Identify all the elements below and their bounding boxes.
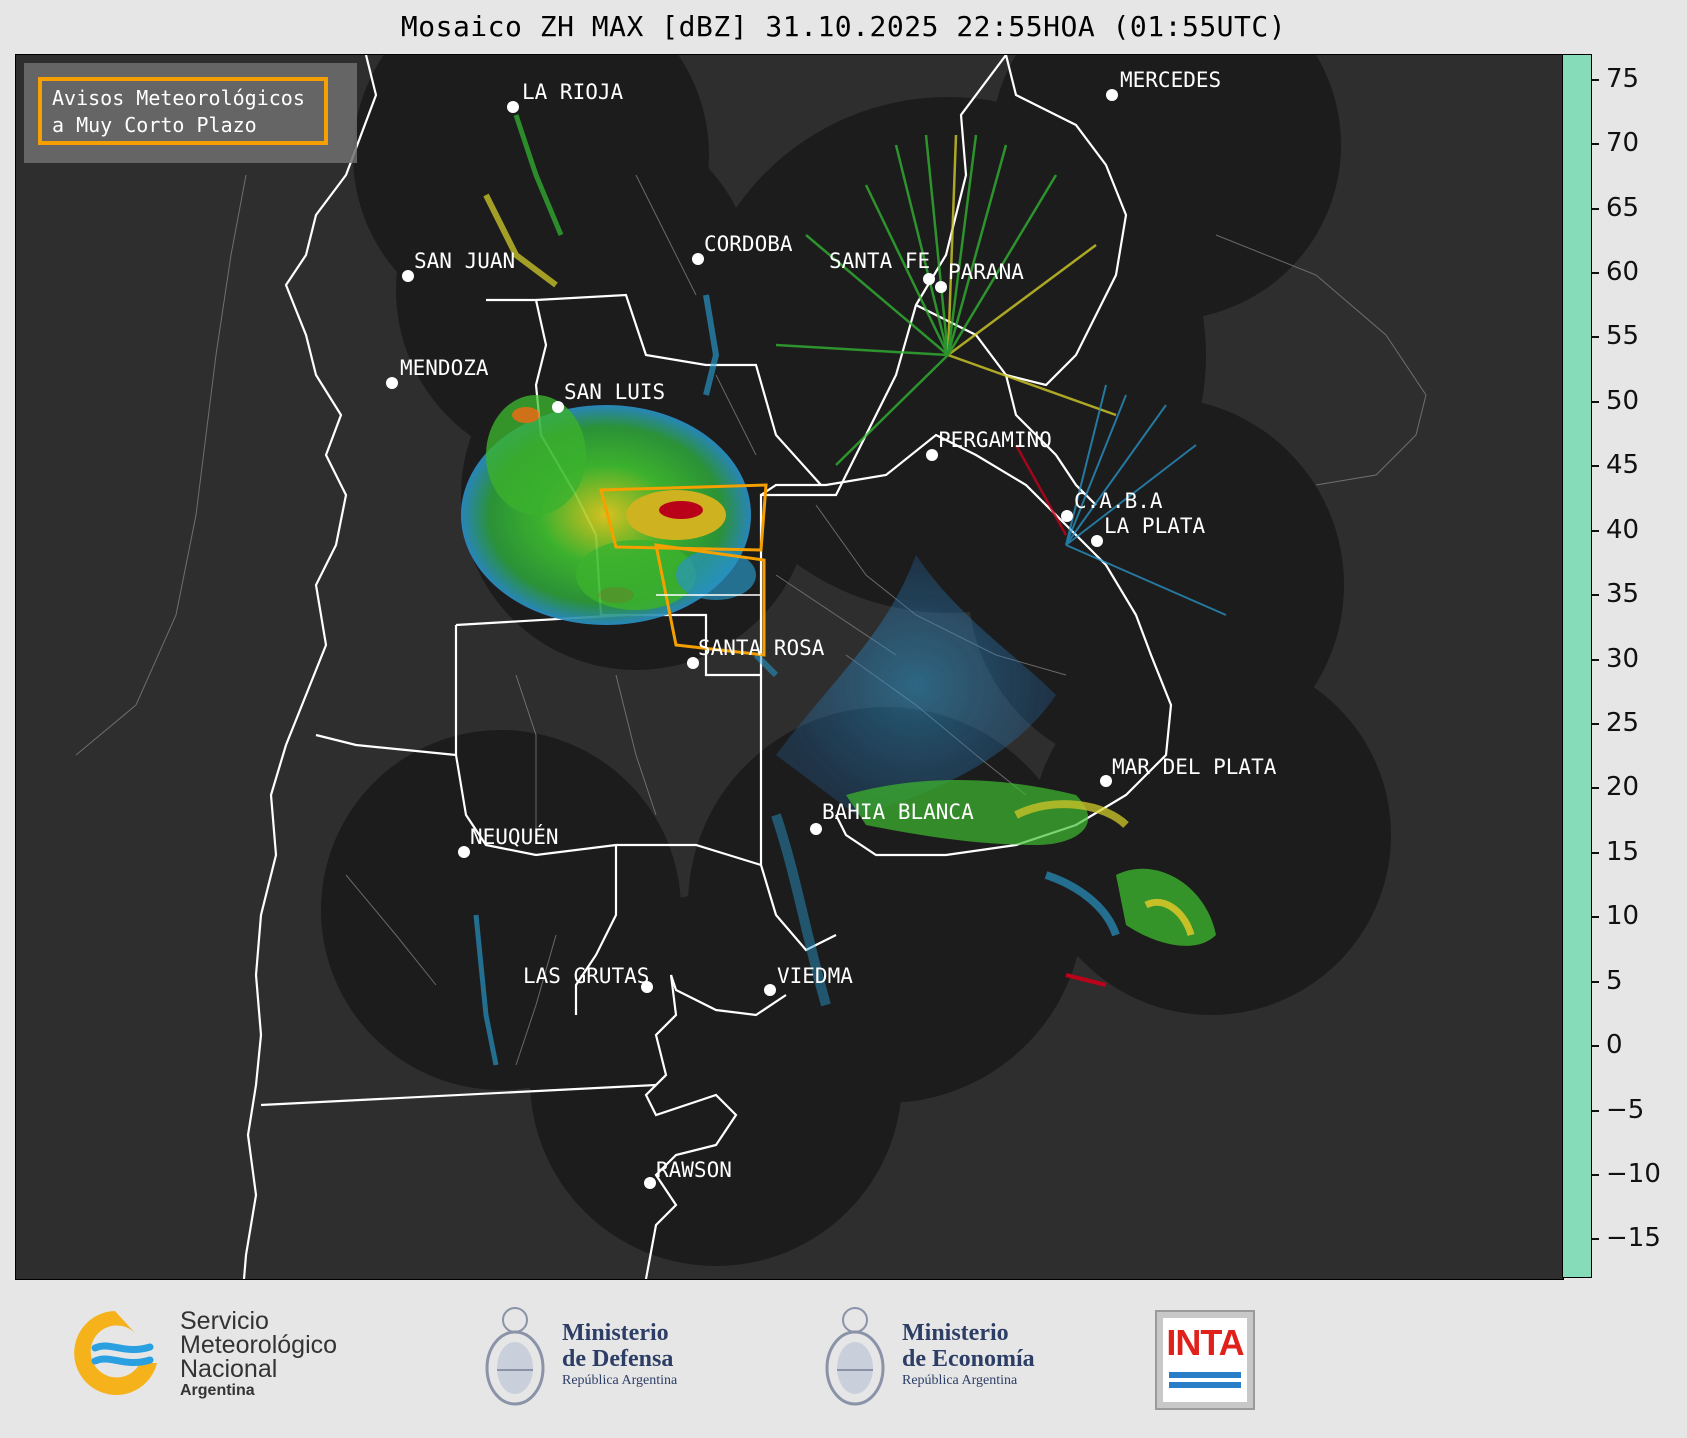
radar-map-canvas: LA RIOJA SAN JUAN CORDOBA SANTA FE PARAN… xyxy=(75,55,1427,1279)
coat-of-arms-icon xyxy=(485,1307,545,1406)
colorbar-tick-label: 10 xyxy=(1592,901,1639,931)
city-marker xyxy=(810,823,822,835)
city-marker xyxy=(923,273,935,285)
colorbar-tick-label: 65 xyxy=(1592,193,1639,223)
colorbar-tick-label: 30 xyxy=(1592,644,1639,674)
colorbar-tick-label: −10 xyxy=(1592,1159,1661,1189)
city-label: VIEDMA xyxy=(777,964,853,988)
city-label: CORDOBA xyxy=(704,232,793,256)
defensa-line3: República Argentina xyxy=(562,1373,678,1388)
storm-core xyxy=(512,407,540,423)
warning-legend-line2: a Muy Corto Plazo xyxy=(52,113,257,137)
colorbar-tick-label: 0 xyxy=(1592,1030,1623,1060)
defensa-line1: Ministerio xyxy=(562,1320,669,1346)
city-label: MERCEDES xyxy=(1120,68,1221,92)
economia-logo: Ministerio de Economía República Argenti… xyxy=(820,1298,1080,1413)
city-label: LA RIOJA xyxy=(522,80,624,104)
map-title: Mosaico ZH MAX [dBZ] 31.10.2025 22:55HOA… xyxy=(400,10,1287,43)
economia-line2: de Economía xyxy=(902,1346,1035,1372)
smn-emblem-icon xyxy=(74,1311,157,1395)
defensa-line2: de Defensa xyxy=(562,1346,674,1372)
city-marker xyxy=(692,253,704,265)
city-label: SAN LUIS xyxy=(564,380,665,404)
smn-line3: Nacional xyxy=(180,1355,278,1383)
city-label: RAWSON xyxy=(656,1158,732,1182)
colorbar-tick-label: 15 xyxy=(1592,837,1639,867)
radar-disc xyxy=(1031,655,1391,1015)
radar-disc xyxy=(530,894,902,1266)
colorbar-tick-label: 40 xyxy=(1592,515,1639,545)
city-marker xyxy=(458,846,470,858)
colorbar-tick-label: 5 xyxy=(1592,966,1623,996)
economia-line1: Ministerio xyxy=(902,1320,1009,1346)
colorbar-tick-label: 75 xyxy=(1592,64,1639,94)
city-label: SANTA FE xyxy=(829,249,930,273)
smn-line4: Argentina xyxy=(180,1382,255,1399)
city-label: MENDOZA xyxy=(400,356,489,380)
inta-logo: INTA xyxy=(1155,1310,1255,1410)
warning-legend: Avisos Meteorológicos a Muy Corto Plazo xyxy=(24,63,357,163)
inta-text: INTA xyxy=(1166,1322,1244,1363)
city-label: NEUQUÉN xyxy=(470,824,559,849)
colorbar-tick-label: 45 xyxy=(1592,450,1639,480)
city-marker xyxy=(552,401,564,413)
city-marker xyxy=(386,377,398,389)
city-marker xyxy=(764,984,776,996)
smn-line1: Servicio xyxy=(180,1307,269,1335)
city-label: PERGAMINO xyxy=(938,428,1052,452)
economia-line3: República Argentina xyxy=(902,1373,1018,1388)
city-marker xyxy=(926,449,938,461)
city-label: MAR DEL PLATA xyxy=(1112,755,1277,779)
city-label: PARANA xyxy=(948,260,1024,284)
defensa-logo: Ministerio de Defensa República Argentin… xyxy=(480,1298,720,1413)
city-marker xyxy=(1100,775,1112,787)
city-marker xyxy=(1091,535,1103,547)
city-marker xyxy=(644,1177,656,1189)
city-marker xyxy=(1106,89,1118,101)
colorbar-tick-label: −5 xyxy=(1592,1095,1644,1125)
colorbar-tick-label: 55 xyxy=(1592,321,1639,351)
warning-legend-frame: Avisos Meteorológicos a Muy Corto Plazo xyxy=(38,77,328,145)
city-label: SAN JUAN xyxy=(414,249,515,273)
city-marker xyxy=(507,101,519,113)
smn-logo: Servicio Meteorológico Nacional Argentin… xyxy=(65,1303,385,1403)
colorbar-tick-label: 25 xyxy=(1592,708,1639,738)
colorbar-tick-label: 35 xyxy=(1592,579,1639,609)
colorbar-tick-label: 20 xyxy=(1592,772,1639,802)
storm-core xyxy=(659,501,703,519)
city-label: C.A.B.A xyxy=(1074,489,1163,513)
smn-line2: Meteorológico xyxy=(180,1331,338,1359)
city-marker xyxy=(402,270,414,282)
city-label: LA PLATA xyxy=(1104,514,1206,538)
footer-logos: Servicio Meteorológico Nacional Argentin… xyxy=(0,1278,1687,1438)
colorbar-tick-label: 60 xyxy=(1592,257,1639,287)
city-label: SANTA ROSA xyxy=(698,636,825,660)
city-marker xyxy=(935,281,947,293)
radar-map[interactable]: LA RIOJA SAN JUAN CORDOBA SANTA FE PARAN… xyxy=(15,54,1564,1280)
colorbar xyxy=(1562,54,1592,1278)
city-label: BAHIA BLANCA xyxy=(822,800,974,824)
colorbar-ticks: 75 70 65 60 55 50 45 40 35 30 25 20 15 10 5 0 −5 −10 −15 xyxy=(1592,54,1687,1278)
colorbar-tick-label: 70 xyxy=(1592,128,1639,158)
colorbar-tick-label: −15 xyxy=(1592,1223,1661,1253)
city-label: LAS GRUTAS xyxy=(523,964,649,988)
warning-legend-line1: Avisos Meteorológicos xyxy=(52,86,305,110)
city-marker xyxy=(1061,510,1073,522)
coat-of-arms-icon xyxy=(825,1307,885,1406)
colorbar-tick-label: 50 xyxy=(1592,386,1639,416)
